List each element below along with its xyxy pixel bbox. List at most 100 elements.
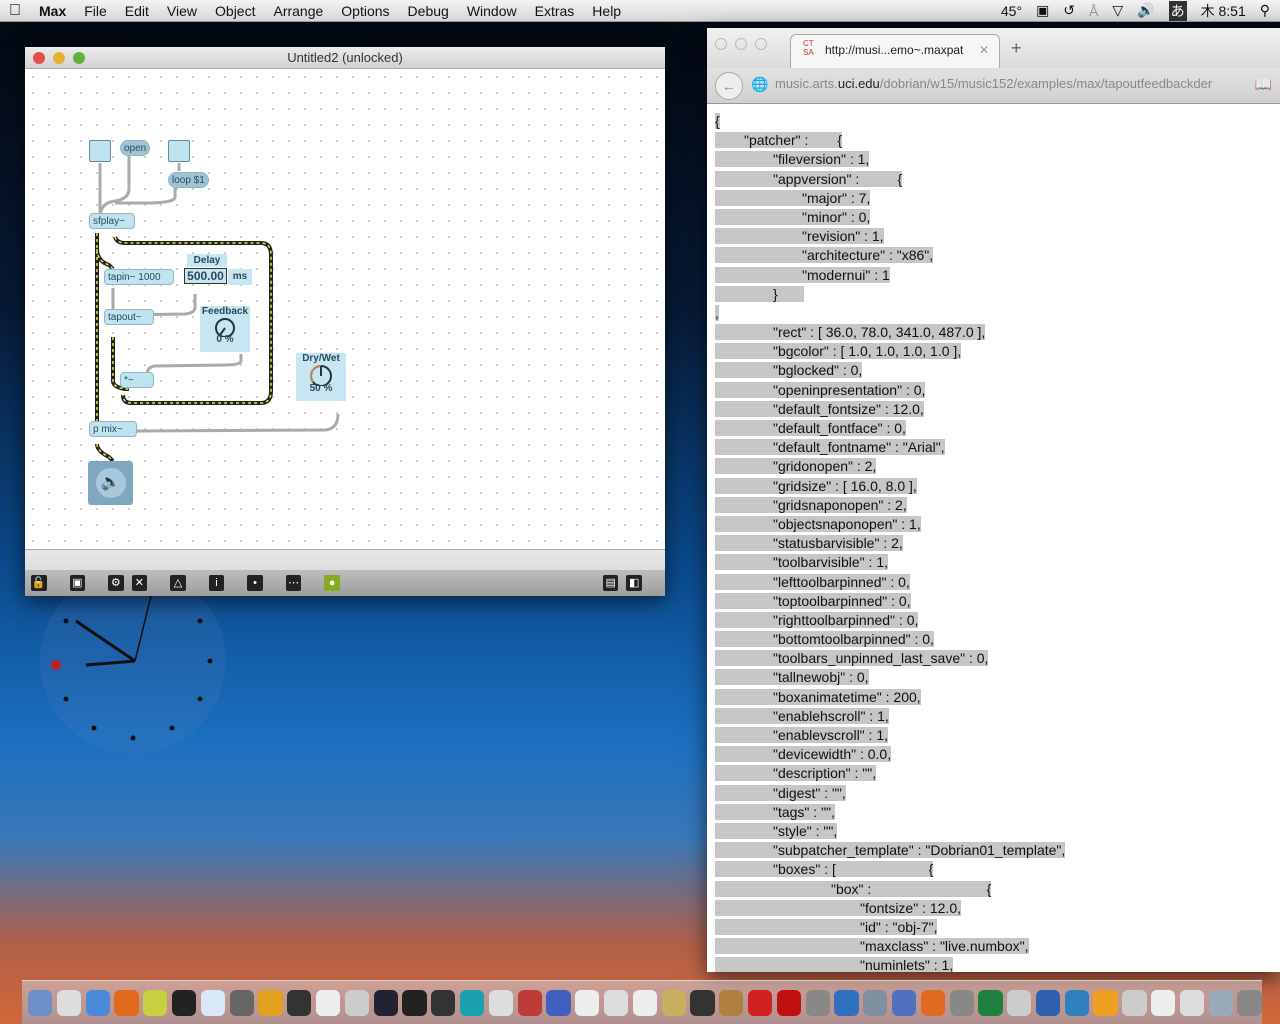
menu-file[interactable]: File <box>75 3 116 19</box>
dock-app-icon[interactable] <box>776 989 802 1016</box>
dock-app-icon[interactable] <box>200 989 226 1016</box>
menu-debug[interactable]: Debug <box>399 3 458 19</box>
object-sfplay[interactable]: sfplay~ <box>89 213 135 229</box>
dock-app-icon[interactable] <box>719 989 744 1016</box>
dock-app-icon[interactable] <box>747 989 773 1016</box>
input-method[interactable]: あ <box>1168 0 1187 21</box>
clear-icon[interactable]: ✕ <box>131 575 148 591</box>
dock-app-icon[interactable] <box>1093 989 1118 1016</box>
json-content[interactable]: {"patcher" : {"fileversion" : 1, "appvers… <box>715 112 1280 972</box>
inspector-icon[interactable]: i <box>208 575 225 591</box>
feedback-dial[interactable]: Feedback 0 % <box>200 306 250 352</box>
dock-app-icon[interactable] <box>603 989 629 1016</box>
dock-app-icon[interactable] <box>661 989 686 1016</box>
dock-app-icon[interactable] <box>1237 989 1262 1016</box>
close-button[interactable] <box>33 52 45 64</box>
dock-app-icon[interactable] <box>891 989 917 1016</box>
dock-app-icon[interactable] <box>920 989 945 1016</box>
drywet-dial[interactable]: Dry/Wet 50 % <box>296 353 346 401</box>
dock-app-icon[interactable] <box>287 989 312 1016</box>
reader-icon[interactable]: 📖 <box>1255 76 1272 93</box>
dock-app-icon[interactable] <box>402 989 427 1016</box>
menu-window[interactable]: Window <box>458 3 526 19</box>
grid-snap-icon[interactable]: △ <box>170 575 186 591</box>
dock-app-icon[interactable] <box>1208 989 1233 1016</box>
dock-app-icon[interactable] <box>632 989 658 1016</box>
dock-app-icon[interactable] <box>56 989 82 1016</box>
dock-app-icon[interactable] <box>114 989 139 1016</box>
dock-app-icon[interactable] <box>229 989 254 1016</box>
close-tab-icon[interactable]: ✕ <box>979 35 989 65</box>
menu-edit[interactable]: Edit <box>116 3 158 19</box>
split-bottom-icon[interactable]: ▤ <box>602 575 619 591</box>
menu-view[interactable]: View <box>158 3 206 19</box>
dock-app-icon[interactable] <box>517 989 542 1016</box>
lock-icon[interactable]: 🔓 <box>31 575 47 591</box>
zoom-button[interactable] <box>755 38 767 50</box>
wifi-icon[interactable]: ▽ <box>1112 2 1123 19</box>
delay-numbox[interactable]: 500.00 <box>184 268 227 284</box>
presentation-icon[interactable]: ▣ <box>69 575 86 591</box>
dock-app-icon[interactable] <box>575 989 600 1016</box>
dock-app-icon[interactable] <box>949 989 974 1016</box>
spotlight-icon[interactable]: ⚲ <box>1260 2 1270 19</box>
dock-app-icon[interactable] <box>1007 989 1032 1016</box>
menu-help[interactable]: Help <box>583 3 630 19</box>
toggle-play[interactable] <box>89 140 111 162</box>
back-button[interactable]: ← <box>715 72 743 100</box>
dock-app-icon[interactable] <box>863 989 888 1016</box>
dock-app-icon[interactable] <box>834 989 859 1016</box>
dock-app-icon[interactable] <box>1122 989 1147 1016</box>
ezdac-speaker[interactable]: 🔈 <box>88 461 133 505</box>
menu-object[interactable]: Object <box>206 3 264 19</box>
clock[interactable]: 木 8:51 <box>1201 1 1246 21</box>
display-icon[interactable]: ▣ <box>1036 2 1049 19</box>
browser-tab[interactable]: CT SA http://musi...emo~.maxpat ✕ <box>790 34 1000 68</box>
object-multiply[interactable]: *~ <box>120 372 154 388</box>
window-titlebar[interactable]: Untitled2 (unlocked) <box>25 47 665 69</box>
menu-extras[interactable]: Extras <box>526 3 584 19</box>
object-pmix[interactable]: p mix~ <box>89 421 137 437</box>
object-tapout[interactable]: tapout~ <box>104 309 154 325</box>
dock-app-icon[interactable] <box>315 989 341 1016</box>
patcher-canvas[interactable]: open loop $1 sfplay~ tapin~ 1000 Delay 5… <box>25 69 665 549</box>
close-button[interactable] <box>715 38 727 50</box>
dock-app-icon[interactable] <box>1179 989 1205 1016</box>
toggle-loop[interactable] <box>168 140 190 162</box>
message-loop[interactable]: loop $1 <box>168 172 209 188</box>
dock-app-icon[interactable] <box>459 989 485 1016</box>
zoom-button[interactable] <box>73 52 85 64</box>
dock-app-icon[interactable] <box>1151 989 1176 1016</box>
dock-app-icon[interactable] <box>805 989 830 1016</box>
minimize-button[interactable] <box>53 52 65 64</box>
dock-app-icon[interactable] <box>546 989 571 1016</box>
dock-app-icon[interactable] <box>85 989 110 1016</box>
message-open[interactable]: open <box>120 140 151 156</box>
dock-app-icon[interactable] <box>258 989 283 1016</box>
dock-app-icon[interactable] <box>143 989 168 1016</box>
time-machine-icon[interactable]: ↺ <box>1063 2 1075 19</box>
temperature[interactable]: 45° <box>1001 3 1022 19</box>
new-tab-button[interactable]: + <box>1011 38 1022 59</box>
dock-app-icon[interactable] <box>690 989 715 1016</box>
menu-arrange[interactable]: Arrange <box>264 3 332 19</box>
dock-app-icon[interactable] <box>28 989 53 1016</box>
menu-max[interactable]: Max <box>30 3 75 19</box>
dock-app-icon[interactable] <box>488 989 514 1016</box>
dock-app-icon[interactable] <box>1064 989 1089 1016</box>
dock-app-icon[interactable] <box>431 989 456 1016</box>
minimize-button[interactable] <box>735 38 747 50</box>
dock-app-icon[interactable] <box>373 989 398 1016</box>
apple-icon[interactable]:  <box>0 2 30 20</box>
volume-icon[interactable]: 🔊 <box>1137 2 1154 19</box>
menu-options[interactable]: Options <box>332 3 398 19</box>
mixer-icon[interactable]: ⚙ <box>108 575 124 591</box>
dock-app-icon[interactable] <box>344 989 370 1016</box>
dock-app-icon[interactable] <box>1035 989 1061 1016</box>
connect-icon[interactable]: • <box>247 575 263 591</box>
url-field[interactable]: music.arts.uci.edu/dobrian/w15/music152/… <box>775 76 1235 91</box>
audio-icon[interactable]: ● <box>324 575 340 591</box>
dock-app-icon[interactable] <box>978 989 1003 1016</box>
grid-icon[interactable]: ⋯ <box>285 575 302 591</box>
bluetooth-icon[interactable]: Å <box>1089 3 1098 19</box>
